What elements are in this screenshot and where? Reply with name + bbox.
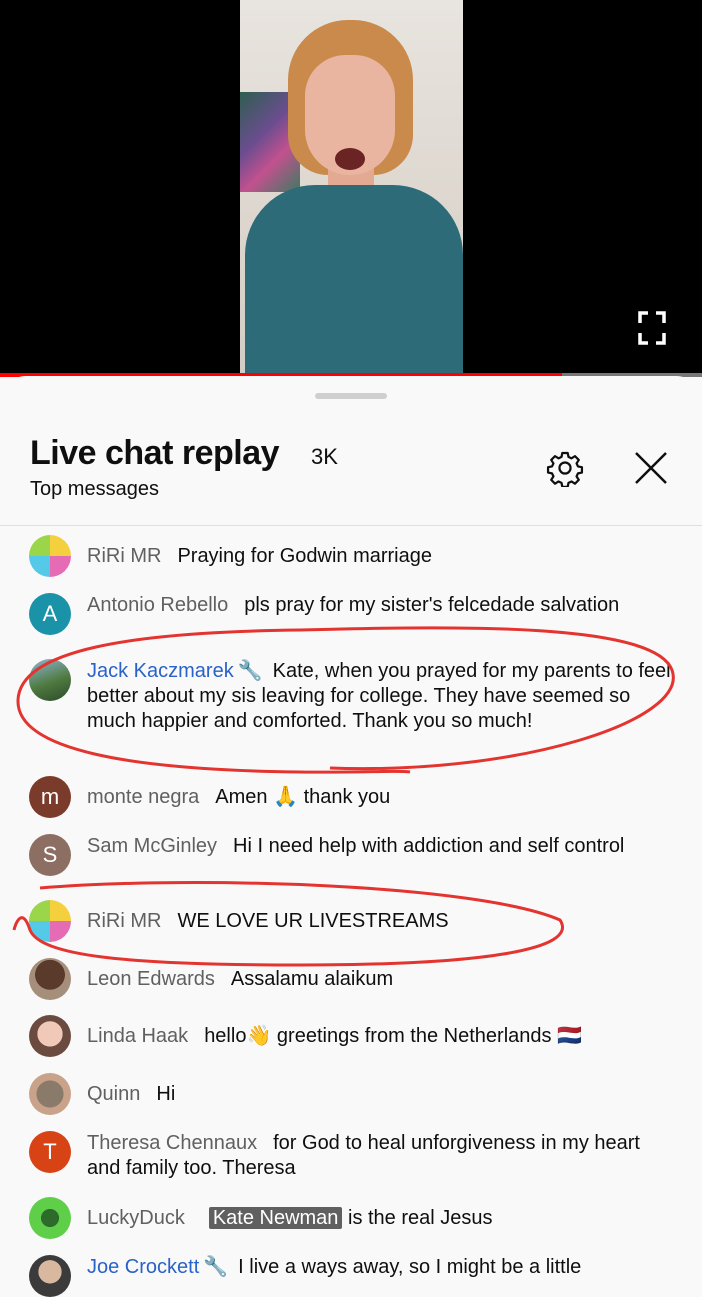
wrench-icon: 🔧 [203, 1256, 229, 1278]
close-icon[interactable] [632, 449, 670, 487]
gear-icon[interactable] [546, 449, 584, 487]
author-name: RiRi MR [87, 910, 162, 932]
chat-filter-dropdown[interactable]: Top messages [30, 478, 159, 501]
message-text: pls pray for my sister's felcedade salva… [244, 594, 620, 616]
author-name: monte negra [87, 786, 200, 808]
message-text: WE LOVE UR LIVESTREAMS [177, 910, 449, 932]
avatar [29, 535, 71, 577]
avatar: A [29, 593, 71, 635]
wave-emoji: 👋 [246, 1025, 272, 1047]
mention-chip: Kate Newman [208, 1207, 343, 1229]
message-text: Amen [215, 786, 268, 808]
message-text: Hi [156, 1083, 176, 1105]
author-name: Leon Edwards [87, 968, 215, 990]
message-text: I live a ways away, so I might be a litt… [238, 1256, 582, 1278]
author-name: Quinn [87, 1083, 141, 1105]
avatar [29, 1197, 71, 1239]
message-text: Praying for Godwin marriage [177, 545, 432, 567]
author-name: Jack Kaczmarek [87, 660, 234, 682]
message-text: thank you [303, 786, 391, 808]
avatar [29, 1015, 71, 1057]
message-text: Assalamu alaikum [230, 968, 394, 990]
message-text: hello [204, 1025, 247, 1047]
author-name: Joe Crockett [87, 1256, 200, 1278]
avatar [29, 900, 71, 942]
drag-handle[interactable] [315, 393, 387, 399]
message-text: Hi I need help with addiction and self c… [233, 835, 625, 857]
speaker-shirt [245, 185, 463, 376]
message-text: is the real Jesus [348, 1207, 493, 1229]
video-frame [240, 0, 463, 376]
video-player[interactable] [0, 0, 702, 376]
pray-emoji: 🙏 [273, 786, 299, 808]
avatar: S [29, 834, 71, 876]
avatar: m [29, 776, 71, 818]
avatar [29, 958, 71, 1000]
wrench-icon: 🔧 [237, 660, 263, 682]
author-name: RiRi MR [87, 545, 162, 567]
avatar: T [29, 1131, 71, 1173]
avatar [29, 659, 71, 701]
message-text: greetings from the Netherlands 🇳🇱 [276, 1025, 582, 1047]
author-name: Sam McGinley [87, 835, 218, 857]
avatar [29, 1255, 71, 1297]
chat-title: Live chat replay [30, 434, 280, 472]
fullscreen-icon[interactable] [638, 311, 666, 345]
header-divider [0, 525, 702, 526]
author-name: Theresa Chennaux [87, 1132, 258, 1154]
avatar [29, 1073, 71, 1115]
author-name: Linda Haak [87, 1025, 189, 1047]
author-name: Antonio Rebello [87, 594, 229, 616]
author-name: LuckyDuck [87, 1207, 185, 1229]
viewer-count: 3K [311, 444, 338, 469]
